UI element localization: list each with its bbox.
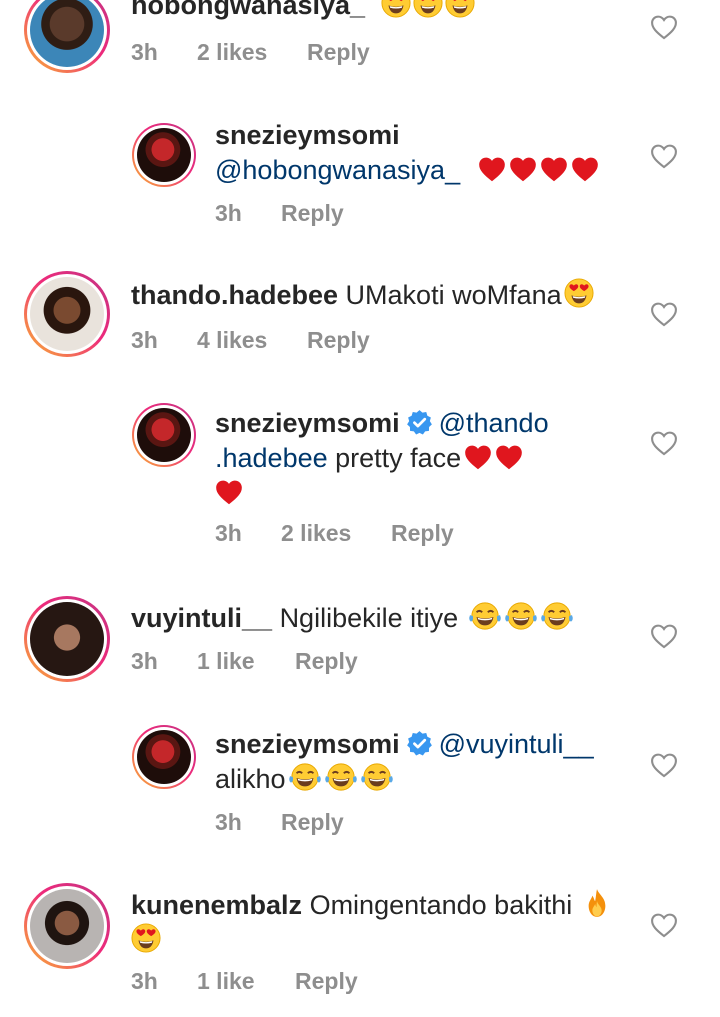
avatar[interactable] — [24, 0, 110, 73]
heart-outline-icon[interactable] — [650, 301, 678, 327]
comment-username[interactable]: snezieymsomi — [215, 408, 400, 438]
comment-username[interactable]: vuyintuli__ — [131, 603, 272, 633]
reply-button[interactable]: Reply — [307, 39, 370, 66]
red-heart-emoji-icon — [571, 155, 599, 183]
comment-username[interactable]: snezieymsomi — [215, 120, 400, 150]
comment-likes[interactable]: 1 like — [197, 968, 255, 995]
avatar[interactable] — [24, 596, 110, 682]
comment-item: kunenembalz Omingentando bakithi 3h 1 li… — [0, 880, 720, 1017]
reply-button[interactable]: Reply — [295, 648, 358, 675]
red-heart-emoji-icon — [215, 478, 243, 506]
comment-likes[interactable]: 1 like — [197, 648, 255, 675]
reply-button[interactable]: Reply — [281, 809, 344, 836]
comment-text: thando.hadebee UMakoti woMfana — [131, 278, 594, 313]
reply-item: snezieymsomi @vuyintuli__ alikho 3h Reply — [0, 722, 720, 852]
heart-outline-icon[interactable] — [650, 752, 678, 778]
heart-eyes-emoji-icon — [564, 278, 594, 308]
comment-time: 3h — [215, 520, 242, 546]
reply-button[interactable]: Reply — [391, 520, 454, 547]
reply-item: snezieymsomi @hobongwanasiya_ 3h Reply — [0, 110, 720, 240]
mention-link[interactable]: @vuyintuli__ — [439, 729, 594, 759]
heart-eyes-emoji-icon — [131, 923, 161, 953]
reply-button[interactable]: Reply — [295, 968, 358, 995]
verified-badge-icon — [406, 409, 433, 436]
reply-item: snezieymsomi @thando .hadebee pretty face… — [0, 400, 720, 560]
comment-text: snezieymsomi @hobongwanasiya_ — [215, 118, 635, 188]
comment-text: snezieymsomi @vuyintuli__ alikho — [215, 727, 615, 797]
reply-button[interactable]: Reply — [281, 200, 344, 227]
heart-eyes-emoji-icon — [445, 0, 475, 18]
heart-outline-icon[interactable] — [650, 143, 678, 169]
comment-item: hobongwanasiya_ 3h 2 likes Reply — [0, 0, 720, 100]
comment-text: hobongwanasiya_ — [131, 0, 475, 23]
red-heart-emoji-icon — [478, 155, 506, 183]
comment-username[interactable]: kunenembalz — [131, 890, 302, 920]
avatar[interactable] — [132, 403, 196, 467]
red-heart-emoji-icon — [509, 155, 537, 183]
tears-of-joy-emoji-icon — [504, 601, 538, 631]
avatar[interactable] — [24, 271, 110, 357]
comment-time: 3h — [131, 327, 158, 353]
comment-body: Omingentando bakithi — [309, 890, 573, 920]
comment-text: snezieymsomi @thando .hadebee pretty face — [215, 406, 615, 511]
mention-link[interactable]: .hadebee — [215, 443, 328, 473]
tears-of-joy-emoji-icon — [540, 601, 574, 631]
tears-of-joy-emoji-icon — [288, 762, 322, 792]
heart-eyes-emoji-icon — [413, 0, 443, 18]
reply-button[interactable]: Reply — [307, 327, 370, 354]
avatar[interactable] — [132, 123, 196, 187]
heart-outline-icon[interactable] — [650, 430, 678, 456]
avatar[interactable] — [132, 725, 196, 789]
comment-time: 3h — [131, 39, 158, 65]
comment-likes[interactable]: 2 likes — [197, 39, 267, 66]
comment-time: 3h — [215, 200, 242, 226]
comment-body: Ngilibekile itiye — [279, 603, 459, 633]
tears-of-joy-emoji-icon — [468, 601, 502, 631]
comment-likes[interactable]: 4 likes — [197, 327, 267, 354]
comment-time: 3h — [215, 809, 242, 835]
heart-outline-icon[interactable] — [650, 14, 678, 40]
heart-outline-icon[interactable] — [650, 623, 678, 649]
comment-item: vuyintuli__ Ngilibekile itiye 3h 1 like … — [0, 592, 720, 692]
comment-body: alikho — [215, 764, 286, 794]
comment-time: 3h — [131, 968, 158, 994]
red-heart-emoji-icon — [464, 443, 492, 471]
comment-username[interactable]: thando.hadebee — [131, 280, 338, 310]
comment-body: UMakoti woMfana — [345, 280, 562, 310]
mention-link[interactable]: @hobongwanasiya_ — [215, 155, 460, 185]
fire-emoji-icon — [584, 888, 610, 918]
comment-time: 3h — [131, 648, 158, 674]
heart-outline-icon[interactable] — [650, 912, 678, 938]
comment-text: kunenembalz Omingentando bakithi — [131, 888, 631, 958]
comment-text: vuyintuli__ Ngilibekile itiye — [131, 601, 574, 636]
avatar[interactable] — [24, 883, 110, 969]
mention-link[interactable]: @thando — [439, 408, 549, 438]
comment-body: pretty face — [335, 443, 462, 473]
comment-item: thando.hadebee UMakoti woMfana 3h 4 like… — [0, 268, 720, 368]
red-heart-emoji-icon — [495, 443, 523, 471]
tears-of-joy-emoji-icon — [360, 762, 394, 792]
comment-thread: hobongwanasiya_ 3h 2 likes Reply sneziey… — [0, 0, 720, 1017]
comment-username[interactable]: snezieymsomi — [215, 729, 400, 759]
verified-badge-icon — [406, 730, 433, 757]
heart-eyes-emoji-icon — [381, 0, 411, 18]
red-heart-emoji-icon — [540, 155, 568, 183]
tears-of-joy-emoji-icon — [324, 762, 358, 792]
comment-username[interactable]: hobongwanasiya_ — [131, 0, 365, 20]
comment-likes[interactable]: 2 likes — [281, 520, 351, 547]
